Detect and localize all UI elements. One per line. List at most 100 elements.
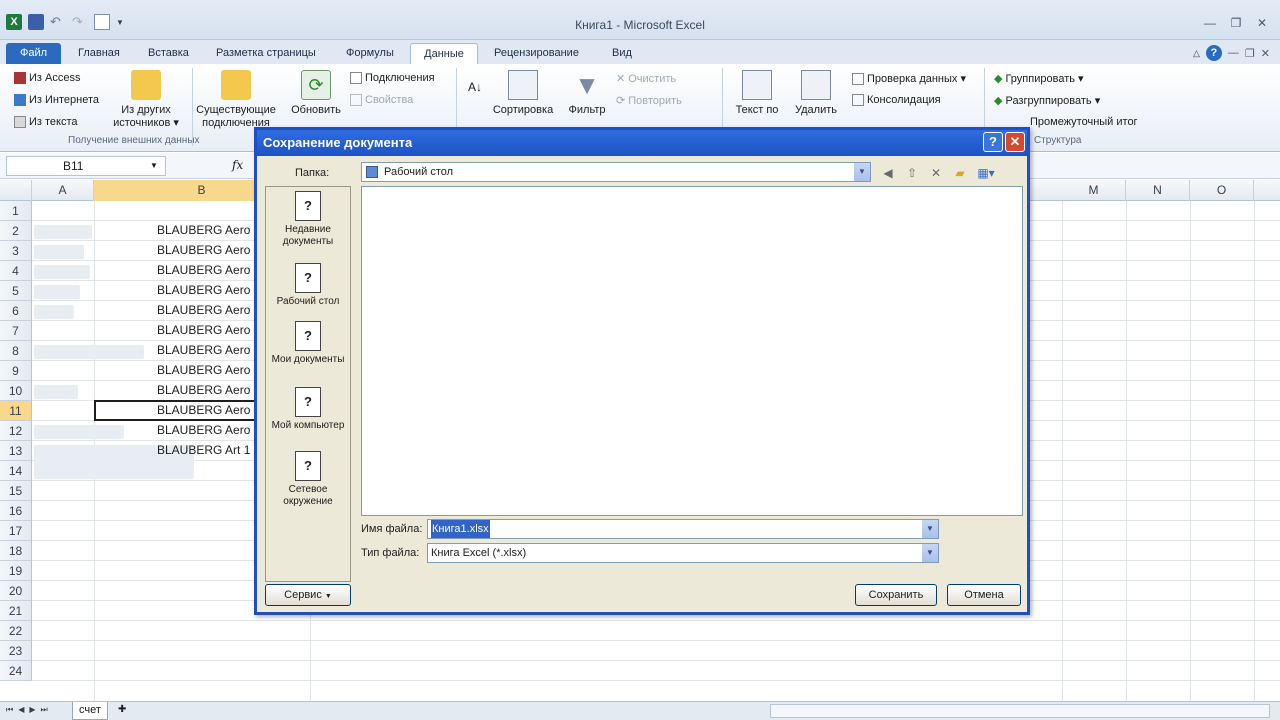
row-header[interactable]: 3 bbox=[0, 241, 32, 261]
from-text-button[interactable]: Из текста bbox=[14, 116, 78, 128]
consolidate-button[interactable]: Консолидация bbox=[852, 94, 941, 106]
row-header[interactable]: 14 bbox=[0, 461, 32, 481]
row-header[interactable]: 13 bbox=[0, 441, 32, 461]
row-header[interactable]: 6 bbox=[0, 301, 32, 321]
tab-file[interactable]: Файл bbox=[6, 43, 62, 64]
row-header[interactable]: 20 bbox=[0, 581, 32, 601]
close-icon[interactable]: ✕ bbox=[1250, 14, 1274, 32]
row-header[interactable]: 5 bbox=[0, 281, 32, 301]
row-header[interactable]: 24 bbox=[0, 661, 32, 681]
subtotal-button[interactable]: Промежуточный итог bbox=[1030, 116, 1138, 128]
minimize-icon[interactable]: — bbox=[1198, 14, 1222, 32]
row-header[interactable]: 4 bbox=[0, 261, 32, 281]
cell-b4[interactable]: BLAUBERG Aero bbox=[157, 263, 253, 277]
place-desktop[interactable]: ? Рабочий стол bbox=[266, 263, 350, 308]
row-header[interactable]: 8 bbox=[0, 341, 32, 361]
filetype-select[interactable]: Книга Excel (*.xlsx) ▼ bbox=[427, 543, 939, 563]
column-header-n[interactable]: N bbox=[1126, 180, 1190, 201]
connections-button[interactable]: Подключения bbox=[350, 72, 435, 84]
row-header[interactable]: 7 bbox=[0, 321, 32, 341]
dialog-help-icon[interactable]: ? bbox=[983, 132, 1003, 152]
row-header[interactable]: 22 bbox=[0, 621, 32, 641]
place-my-documents[interactable]: ? Мои документы bbox=[266, 321, 350, 366]
help-icon[interactable]: ? bbox=[1205, 45, 1222, 61]
name-box[interactable]: B11 bbox=[6, 156, 166, 176]
delete-icon[interactable]: ✕ bbox=[927, 164, 945, 182]
cell-b13[interactable]: BLAUBERG Art 1 bbox=[157, 443, 253, 457]
back-icon[interactable]: ◀ bbox=[879, 164, 897, 182]
insert-sheet-icon[interactable]: ✚ bbox=[118, 704, 126, 715]
properties-button[interactable]: Свойства bbox=[350, 94, 413, 106]
doc-restore-icon[interactable]: ❐ bbox=[1245, 47, 1255, 60]
cell-b2[interactable]: BLAUBERG Aero bbox=[157, 223, 253, 237]
file-list[interactable] bbox=[361, 186, 1023, 516]
namebox-dropdown-icon[interactable]: ▼ bbox=[150, 161, 158, 170]
cell-b6[interactable]: BLAUBERG Aero bbox=[157, 303, 253, 317]
row-header[interactable]: 1 bbox=[0, 201, 32, 221]
cell-b12[interactable]: BLAUBERG Aero bbox=[157, 423, 253, 437]
remove-duplicates-button[interactable]: Удалить bbox=[790, 70, 842, 117]
row-header[interactable]: 23 bbox=[0, 641, 32, 661]
other-sources-button[interactable]: Из других источников ▾ bbox=[108, 70, 184, 130]
sort-az-icon[interactable]: A↓ bbox=[468, 80, 482, 94]
last-sheet-icon[interactable]: ⏭ bbox=[41, 705, 48, 715]
tab-formulas[interactable]: Формулы bbox=[340, 43, 400, 64]
row-header[interactable]: 21 bbox=[0, 601, 32, 621]
cell-b7[interactable]: BLAUBERG Aero bbox=[157, 323, 253, 337]
tab-insert[interactable]: Вставка bbox=[142, 43, 195, 64]
row-header[interactable]: 9 bbox=[0, 361, 32, 381]
place-recent[interactable]: ? Недавние документы bbox=[266, 191, 350, 248]
refresh-all-button[interactable]: ⟳ Обновить bbox=[284, 70, 348, 117]
row-header[interactable]: 2 bbox=[0, 221, 32, 241]
tab-page-layout[interactable]: Разметка страницы bbox=[210, 43, 322, 64]
column-header-a[interactable]: A bbox=[32, 180, 94, 201]
prev-sheet-icon[interactable]: ◀ bbox=[18, 705, 24, 715]
cell-b9[interactable]: BLAUBERG Aero bbox=[157, 363, 253, 377]
clear-button[interactable]: ✕ Очистить bbox=[616, 72, 676, 86]
cell-b3[interactable]: BLAUBERG Aero bbox=[157, 243, 253, 257]
place-my-computer[interactable]: ? Мой компьютер bbox=[266, 387, 350, 432]
save-button[interactable]: Сохранить bbox=[855, 584, 937, 606]
from-web-button[interactable]: Из Интернета bbox=[14, 94, 99, 106]
tab-review[interactable]: Рецензирование bbox=[488, 43, 585, 64]
cell-b8[interactable]: BLAUBERG Aero bbox=[157, 343, 253, 357]
row-header[interactable]: 11 bbox=[0, 401, 32, 421]
tab-data[interactable]: Данные bbox=[410, 43, 478, 64]
next-sheet-icon[interactable]: ▶ bbox=[29, 705, 35, 715]
folder-select[interactable]: Рабочий стол ▼ bbox=[361, 162, 871, 182]
select-all-corner[interactable] bbox=[0, 180, 32, 201]
horizontal-scrollbar[interactable] bbox=[770, 704, 1270, 718]
ungroup-button[interactable]: ◆ Разгруппировать ▾ bbox=[994, 94, 1100, 107]
place-network[interactable]: ? Сетевое окружение bbox=[266, 451, 350, 508]
row-header[interactable]: 12 bbox=[0, 421, 32, 441]
filename-input[interactable]: Книга1.xlsx ▼ bbox=[427, 519, 939, 539]
cell-b5[interactable]: BLAUBERG Aero bbox=[157, 283, 253, 297]
cancel-button[interactable]: Отмена bbox=[947, 584, 1021, 606]
sort-button[interactable]: Сортировка bbox=[488, 70, 558, 117]
first-sheet-icon[interactable]: ⏮ bbox=[6, 705, 13, 715]
row-header[interactable]: 17 bbox=[0, 521, 32, 541]
tab-home[interactable]: Главная bbox=[72, 43, 126, 64]
minimize-ribbon-icon[interactable]: △ bbox=[1193, 48, 1200, 59]
column-header-m[interactable]: M bbox=[1062, 180, 1126, 201]
row-header[interactable]: 15 bbox=[0, 481, 32, 501]
new-folder-icon[interactable]: ▰ bbox=[951, 164, 969, 182]
up-folder-icon[interactable]: ⇧ bbox=[903, 164, 921, 182]
views-icon[interactable]: ▦▾ bbox=[973, 164, 999, 182]
tools-button[interactable]: Сервис ▼ bbox=[265, 584, 351, 606]
existing-connections-button[interactable]: Существующие подключения bbox=[194, 70, 278, 130]
restore-icon[interactable]: ❐ bbox=[1224, 14, 1248, 32]
sheet-tab[interactable]: счет bbox=[72, 702, 108, 720]
cell-b10[interactable]: BLAUBERG Aero bbox=[157, 383, 253, 397]
row-header[interactable]: 19 bbox=[0, 561, 32, 581]
column-header-o[interactable]: O bbox=[1190, 180, 1254, 201]
text-to-columns-button[interactable]: Текст по bbox=[728, 70, 786, 117]
filter-button[interactable]: ▼ Фильтр bbox=[564, 70, 610, 117]
row-header[interactable]: 10 bbox=[0, 381, 32, 401]
row-header[interactable]: 18 bbox=[0, 541, 32, 561]
data-validation-button[interactable]: Проверка данных ▾ bbox=[852, 72, 966, 85]
doc-minimize-icon[interactable]: — bbox=[1228, 47, 1239, 59]
reapply-button[interactable]: ⟳ Повторить bbox=[616, 94, 682, 108]
row-header[interactable]: 16 bbox=[0, 501, 32, 521]
insert-function-icon[interactable]: fx bbox=[232, 158, 243, 172]
